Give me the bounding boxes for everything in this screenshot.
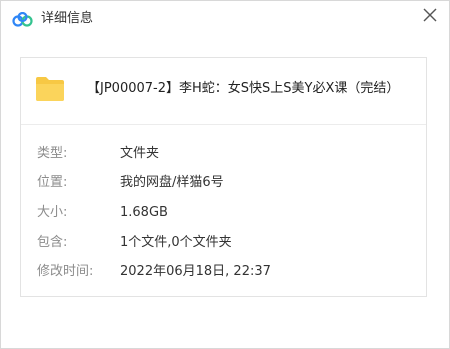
detail-value: 文件夹: [120, 146, 160, 161]
detail-label: 类型:: [37, 146, 68, 161]
detail-value: 1个文件,0个文件夹: [120, 235, 232, 250]
detail-row-type: 类型: 文件夹: [21, 144, 426, 164]
file-header: 【JP00007-2】李H蛇：女S快S上S美Y必X课（完结）: [21, 58, 426, 125]
folder-icon: [36, 77, 64, 101]
detail-label: 修改时间:: [37, 264, 94, 279]
file-name: 【JP00007-2】李H蛇：女S快S上S美Y必X课（完结）: [87, 81, 400, 96]
detail-value: 1.68GB: [120, 205, 168, 220]
dialog-title: 详细信息: [41, 11, 94, 26]
detail-label: 大小:: [37, 205, 68, 220]
cloud-logo-icon: [12, 12, 33, 27]
details-dialog: 详细信息 【JP00007-2】李H蛇：女S快S上S美Y必X课（完结） 类型: …: [0, 0, 450, 349]
detail-row-size: 大小: 1.68GB: [21, 203, 426, 223]
details-card: 【JP00007-2】李H蛇：女S快S上S美Y必X课（完结） 类型: 文件夹 位…: [20, 57, 427, 297]
detail-label: 包含:: [37, 235, 68, 250]
titlebar: 详细信息: [1, 1, 449, 39]
detail-label: 位置:: [37, 175, 68, 190]
detail-value: 我的网盘/样猫6号: [120, 175, 224, 190]
close-icon[interactable]: [419, 4, 441, 26]
detail-row-modified: 修改时间: 2022年06月18日, 22:37: [21, 262, 426, 282]
detail-value: 2022年06月18日, 22:37: [120, 264, 271, 279]
detail-row-contains: 包含: 1个文件,0个文件夹: [21, 233, 426, 253]
detail-row-location: 位置: 我的网盘/样猫6号: [21, 173, 426, 193]
